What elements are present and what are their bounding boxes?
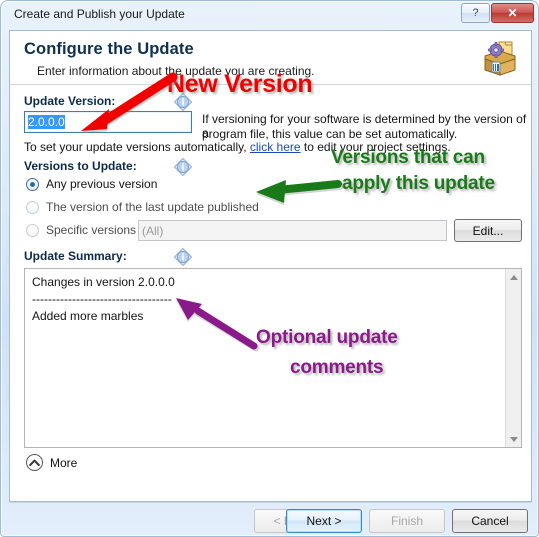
update-summary-text: Changes in version 2.0.0.0 -------------… <box>32 275 175 323</box>
next-button[interactable]: Next > <box>286 509 362 533</box>
dialog-footer: < Back Next > Finish Cancel <box>9 502 532 536</box>
version-hint-line-2: program file, this value can be set auto… <box>202 127 458 141</box>
edit-button[interactable]: Edit... <box>454 219 522 242</box>
package-gear-icon <box>479 38 521 78</box>
purple-arrow-up-left-icon <box>176 298 260 352</box>
caption-button-group: ? ✕ <box>461 3 534 23</box>
update-version-value: 2.0.0.0 <box>28 115 65 129</box>
annotation-comments-line-1: Optional update <box>256 327 398 348</box>
close-button[interactable]: ✕ <box>491 3 534 23</box>
scroll-down-arrow-icon[interactable] <box>506 431 521 447</box>
radio-indicator-selected <box>26 177 39 191</box>
radio-specific-versions[interactable]: Specific versions <box>26 223 136 237</box>
update-summary-textarea[interactable]: Changes in version 2.0.0.0 -------------… <box>24 268 522 448</box>
specific-versions-value: (All) <box>142 224 164 238</box>
radio-indicator-unselected-2 <box>26 223 39 237</box>
finish-button[interactable]: Finish <box>369 509 445 533</box>
scroll-up-arrow-icon[interactable] <box>506 269 521 285</box>
auto-version-prefix: To set your update versions automaticall… <box>24 140 250 154</box>
versions-to-update-info-icon <box>173 157 193 177</box>
window-title: Create and Publish your Update <box>14 7 185 21</box>
title-bar: Create and Publish your Update ? ✕ <box>1 1 538 30</box>
cancel-button[interactable]: Cancel <box>452 509 528 533</box>
specific-versions-input[interactable]: (All) <box>138 220 447 241</box>
footer-divider <box>9 502 532 503</box>
green-arrow-left-icon <box>256 180 344 205</box>
summary-vertical-scrollbar[interactable] <box>505 269 521 447</box>
update-summary-info-icon <box>173 247 193 267</box>
more-expander[interactable]: More <box>26 454 77 471</box>
radio-indicator-unselected <box>26 200 39 214</box>
versions-to-update-label: Versions to Update: <box>24 159 137 173</box>
annotation-versions-line-1: Versions that can <box>331 147 485 168</box>
radio-label-specific-versions: Specific versions <box>46 223 137 237</box>
radio-label-last-published: The version of the last update published <box>46 200 259 214</box>
project-settings-link[interactable]: click here <box>250 140 301 154</box>
radio-any-previous-version[interactable]: Any previous version <box>26 177 157 191</box>
annotation-new-version-text: New Version <box>167 70 313 98</box>
more-label: More <box>50 455 78 470</box>
radio-last-update-published[interactable]: The version of the last update published <box>26 200 259 214</box>
red-arrow-down-left-icon <box>81 72 180 133</box>
annotation-comments-line-2: comments <box>290 357 384 378</box>
annotation-versions-line-2: apply this update <box>342 173 495 194</box>
radio-label-any-previous: Any previous version <box>46 177 158 191</box>
dialog-window: Create and Publish your Update ? ✕ Confi… <box>0 0 539 537</box>
page-title: Configure the Update <box>24 40 194 58</box>
update-summary-label: Update Summary: <box>24 249 127 263</box>
chevron-up-circle-icon <box>26 454 43 471</box>
help-button[interactable]: ? <box>461 3 490 23</box>
